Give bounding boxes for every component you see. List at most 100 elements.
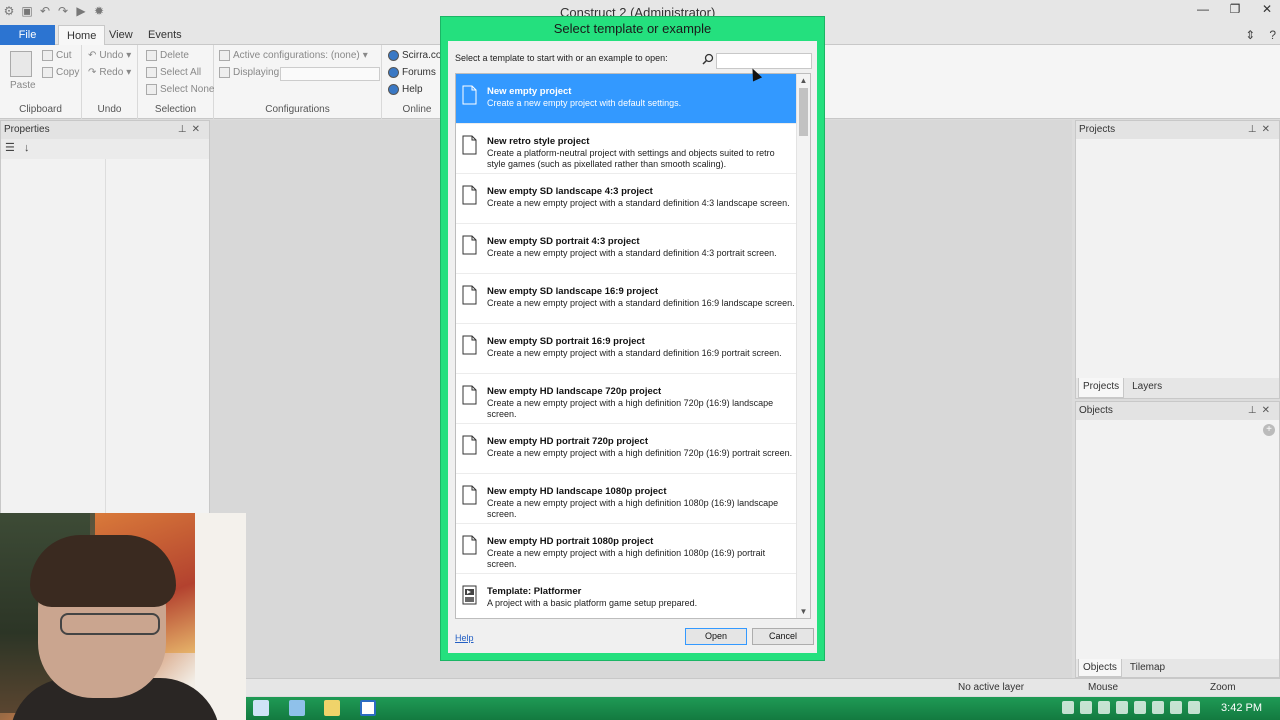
tab-layers[interactable]: Layers <box>1128 378 1166 398</box>
alphabetical-icon[interactable]: ↓ <box>24 142 30 154</box>
document-icon <box>462 385 477 405</box>
undo-group: ↶ Undo ▾ ↷ Redo ▾ Undo <box>82 45 138 119</box>
categorized-icon[interactable]: ☰ <box>5 142 15 154</box>
document-icon <box>462 285 477 305</box>
open-button[interactable]: Open <box>685 628 747 645</box>
template-item[interactable]: New empty HD landscape 720p project Creat… <box>456 374 797 424</box>
template-item[interactable]: New empty HD portrait 1080p project Creat… <box>456 524 797 574</box>
help-link-ribbon[interactable]: Help <box>388 84 423 95</box>
dialog-help-link[interactable]: Help <box>455 633 474 643</box>
undo-icon[interactable]: ↶ <box>38 4 52 18</box>
webcam-wall <box>195 513 246 720</box>
properties-title: Properties <box>4 124 50 135</box>
template-item-description: Create a new empty project with a high d… <box>487 548 766 569</box>
status-zoom: Zoom <box>1210 682 1236 693</box>
configurations-group: Active configurations: (none) ▾ Displayi… <box>214 45 382 119</box>
redo-button[interactable]: ↷ Redo ▾ <box>88 67 131 78</box>
minimize-button[interactable]: — <box>1190 0 1216 20</box>
tray-icon-4[interactable] <box>1116 701 1128 714</box>
tab-tilemap[interactable]: Tilemap <box>1126 659 1169 677</box>
tab-view[interactable]: View <box>101 25 141 45</box>
template-item-description: Create a new empty project with default … <box>487 98 682 108</box>
delete-button[interactable]: Delete <box>146 50 189 61</box>
objects-header: Objects ⊥✕ <box>1076 402 1279 420</box>
properties-panel-controls[interactable]: ⊥✕ <box>178 121 205 139</box>
tray-icon-5[interactable] <box>1134 701 1146 714</box>
app-gear-icon[interactable]: ⚙ <box>2 4 16 18</box>
cut-icon <box>42 50 53 61</box>
tray-network-icon[interactable] <box>1170 701 1182 714</box>
projects-header: Projects ⊥✕ <box>1076 121 1279 139</box>
add-object-icon[interactable]: + <box>1263 424 1275 436</box>
cut-button[interactable]: Cut <box>42 50 72 61</box>
select-none-button[interactable]: Select None <box>146 84 214 95</box>
tab-home[interactable]: Home <box>58 25 106 46</box>
tray-icon-2[interactable] <box>1080 701 1092 714</box>
undo-button[interactable]: ↶ Undo ▾ <box>88 50 131 61</box>
preview-icon[interactable]: ▶ <box>74 4 88 18</box>
taskbar-construct-icon[interactable] <box>360 700 376 716</box>
template-item[interactable]: New empty project Create a new empty proj… <box>456 74 797 124</box>
active-configurations-label: Active configurations: (none) <box>233 50 360 61</box>
dialog-prompt: Select a template to start with or an ex… <box>455 53 668 63</box>
paste-icon <box>10 51 32 77</box>
template-item[interactable]: Template: Platformer A project with a bas… <box>456 574 797 618</box>
scroll-down-icon[interactable]: ▼ <box>797 605 810 618</box>
status-mouse: Mouse <box>1088 682 1119 693</box>
taskbar-clock[interactable]: 3:42 PM <box>1221 702 1262 714</box>
tab-projects[interactable]: Projects <box>1078 378 1125 398</box>
taskbar-app-icon[interactable] <box>289 700 305 716</box>
taskbar-explorer-icon[interactable] <box>324 700 340 716</box>
redo-icon[interactable]: ↷ <box>56 4 70 18</box>
copy-button[interactable]: Copy <box>42 67 79 78</box>
active-configurations-dropdown[interactable]: Active configurations: (none) ▾ <box>219 50 368 61</box>
scroll-up-icon[interactable]: ▲ <box>797 74 810 87</box>
selection-group-label: Selection <box>154 104 197 115</box>
objects-panel: Objects ⊥✕ + Objects Tilemap <box>1075 401 1280 678</box>
template-item[interactable]: New empty SD landscape 16:9 project Creat… <box>456 274 797 324</box>
tab-file[interactable]: File <box>0 25 55 45</box>
paste-button[interactable]: Paste <box>10 80 36 91</box>
select-all-button[interactable]: Select All <box>146 67 201 78</box>
select-all-label: Select All <box>160 67 202 78</box>
taskbar-file-icon[interactable] <box>253 700 269 716</box>
debug-icon[interactable]: ✹ <box>92 4 106 18</box>
tray-icon-3[interactable] <box>1098 701 1110 714</box>
projects-tree <box>1076 139 1279 378</box>
close-window-button[interactable]: ✕ <box>1254 0 1280 20</box>
status-active-layer: No active layer <box>958 682 1025 693</box>
search-input[interactable] <box>716 53 812 69</box>
forums-link[interactable]: Forums <box>388 67 436 78</box>
scroll-thumb[interactable] <box>799 88 808 136</box>
displaying-icon <box>219 67 230 78</box>
projects-panel-controls[interactable]: ⊥✕ <box>1248 121 1275 139</box>
undo-label: Undo <box>99 50 124 61</box>
objects-list: + <box>1076 420 1279 659</box>
displaying-select[interactable] <box>280 67 380 81</box>
restore-button[interactable]: ❐ <box>1222 0 1248 20</box>
tray-volume-icon[interactable] <box>1188 701 1200 714</box>
collapse-ribbon-icon[interactable]: ⇕ <box>1245 28 1255 42</box>
template-item-title: New empty SD portrait 16:9 project <box>487 336 645 347</box>
selection-group: Delete Select All Select None Selection <box>138 45 214 119</box>
tab-objects[interactable]: Objects <box>1078 659 1122 677</box>
template-item[interactable]: New retro style project Create a platform… <box>456 124 797 174</box>
tray-icon-6[interactable] <box>1152 701 1164 714</box>
template-item-title: New empty HD portrait 1080p project <box>487 536 654 547</box>
template-item[interactable]: New empty SD landscape 4:3 project Create… <box>456 174 797 224</box>
list-scrollbar[interactable]: ▲ ▼ <box>796 74 810 618</box>
cancel-button[interactable]: Cancel <box>752 628 814 645</box>
tray-icon-1[interactable] <box>1062 701 1074 714</box>
template-item[interactable]: New empty HD landscape 1080p project Crea… <box>456 474 797 524</box>
objects-panel-controls[interactable]: ⊥✕ <box>1248 402 1275 420</box>
tab-events[interactable]: Events <box>140 25 190 45</box>
save-icon[interactable]: ▣ <box>20 4 34 18</box>
template-item-description: Create a new empty project with a standa… <box>487 298 795 308</box>
document-icon <box>462 185 477 205</box>
ribbon-help-icon[interactable]: ? <box>1269 28 1276 42</box>
template-item[interactable]: New empty SD portrait 4:3 project Create … <box>456 224 797 274</box>
webcam-hair <box>30 535 176 607</box>
template-item[interactable]: New empty HD portrait 720p project Create… <box>456 424 797 474</box>
cut-label: Cut <box>56 50 72 61</box>
template-item[interactable]: New empty SD portrait 16:9 project Create… <box>456 324 797 374</box>
